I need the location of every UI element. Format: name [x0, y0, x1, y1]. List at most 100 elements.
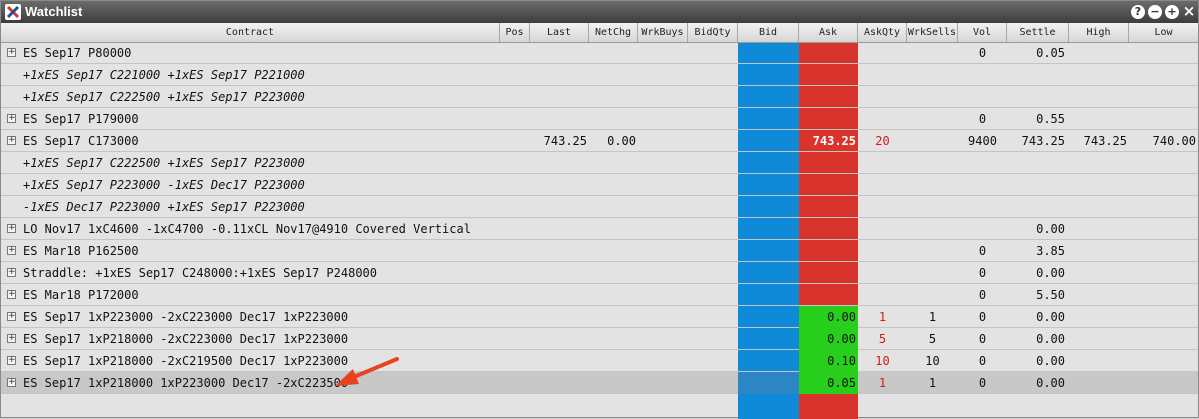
minimize-icon[interactable]: −: [1148, 5, 1162, 19]
expand-row-icon[interactable]: +: [7, 290, 16, 299]
settle-cell[interactable]: 5.50: [1007, 284, 1069, 306]
vol-cell[interactable]: 0: [958, 328, 1007, 350]
settle-cell[interactable]: 3.85: [1007, 240, 1069, 262]
table-row[interactable]: +1xES Sep17 C222500 +1xES Sep17 P223000: [1, 152, 1198, 174]
askqty-cell[interactable]: 5: [858, 328, 907, 350]
wrksells-cell[interactable]: 5: [907, 328, 958, 350]
spread-leg-text: +1xES Sep17 C222500 +1xES Sep17 P223000: [23, 90, 305, 104]
settle-cell[interactable]: 0.00: [1007, 306, 1069, 328]
column-header-low[interactable]: Low: [1129, 23, 1198, 42]
table-row[interactable]: -1xES Dec17 P223000 +1xES Sep17 P223000: [1, 196, 1198, 218]
settle-cell[interactable]: 0.55: [1007, 108, 1069, 130]
vol-cell[interactable]: 0: [958, 306, 1007, 328]
annotation-arrow-icon: [335, 357, 399, 386]
column-header-bidqty[interactable]: BidQty: [688, 23, 738, 42]
column-header-netchg[interactable]: NetChg: [589, 23, 638, 42]
ask-cell[interactable]: 0.05: [799, 372, 858, 394]
spread-leg-text: +1xES Sep17 C222500 +1xES Sep17 P223000: [23, 156, 305, 170]
ask-cell[interactable]: 0.00: [799, 328, 858, 350]
expand-row-icon[interactable]: +: [7, 224, 16, 233]
table-row[interactable]: + ES Sep17 P179000 0 0.55: [1, 108, 1198, 130]
table-row[interactable]: + ES Sep17 P80000 0 0.05: [1, 42, 1198, 64]
contract-name: ES Sep17 C173000: [23, 134, 139, 148]
table-row[interactable]: +1xES Sep17 C222500 +1xES Sep17 P223000: [1, 86, 1198, 108]
table-row[interactable]: +1xES Sep17 P223000 -1xES Dec17 P223000: [1, 174, 1198, 196]
settle-cell[interactable]: 0.00: [1007, 372, 1069, 394]
vol-cell[interactable]: 0: [958, 108, 1007, 130]
title-bar[interactable]: Watchlist ? − + ×: [1, 1, 1198, 23]
expand-row-icon[interactable]: +: [7, 268, 16, 277]
ask-cell[interactable]: 0.10: [799, 350, 858, 372]
app-logo-icon: [5, 4, 21, 20]
column-header-ask[interactable]: Ask: [799, 23, 858, 42]
ask-cell[interactable]: 0.00: [799, 306, 858, 328]
table-row[interactable]: + ES Sep17 1xP223000 -2xC223000 Dec17 1xP…: [1, 306, 1198, 328]
wrksells-cell[interactable]: 10: [907, 350, 958, 372]
expand-row-icon[interactable]: +: [7, 114, 16, 123]
close-icon[interactable]: ×: [1182, 3, 1196, 19]
spread-leg-text: -1xES Dec17 P223000 +1xES Sep17 P223000: [23, 200, 305, 214]
askqty-cell[interactable]: 10: [858, 350, 907, 372]
column-header-pos[interactable]: Pos: [500, 23, 530, 42]
askqty-cell[interactable]: 20: [858, 130, 907, 152]
vol-cell[interactable]: 0: [958, 372, 1007, 394]
vol-cell[interactable]: 0: [958, 350, 1007, 372]
vol-cell[interactable]: 9400: [958, 130, 1007, 152]
settle-cell[interactable]: 0.00: [1007, 350, 1069, 372]
table-row[interactable]: + ES Mar18 P172000 0 5.50: [1, 284, 1198, 306]
vol-cell[interactable]: 0: [958, 240, 1007, 262]
column-header-wrksells[interactable]: WrkSells: [907, 23, 958, 42]
contract-name: ES Mar18 P162500: [23, 244, 139, 258]
contract-name: LO Nov17 1xC4600 -1xC4700 -0.11xCL Nov17…: [23, 222, 471, 236]
expand-row-icon[interactable]: +: [7, 136, 16, 145]
add-icon[interactable]: +: [1165, 5, 1179, 19]
table-row[interactable]: + ES Mar18 P162500 0 3.85: [1, 240, 1198, 262]
column-header-askqty[interactable]: AskQty: [858, 23, 907, 42]
window-title: Watchlist: [25, 4, 83, 19]
vol-cell[interactable]: 0: [958, 284, 1007, 306]
settle-cell[interactable]: 0.05: [1007, 42, 1069, 64]
netchg-cell[interactable]: 0.00: [589, 130, 638, 152]
column-header-settle[interactable]: Settle: [1007, 23, 1069, 42]
table-row[interactable]: + ES Sep17 1xP218000 -2xC219500 Dec17 1xP…: [1, 350, 1198, 372]
settle-cell[interactable]: 0.00: [1007, 328, 1069, 350]
contract-name: ES Sep17 1xP218000 1xP223000 Dec17 -2xC2…: [23, 376, 349, 390]
selected-bid-cell[interactable]: [738, 372, 799, 394]
settle-cell[interactable]: 0.00: [1007, 262, 1069, 284]
column-header-high[interactable]: High: [1069, 23, 1129, 42]
contract-name: ES Sep17 1xP218000 -2xC219500 Dec17 1xP2…: [23, 354, 349, 368]
expand-row-icon[interactable]: +: [7, 378, 16, 387]
last-cell[interactable]: 743.25: [530, 130, 589, 152]
column-header-wrkbuys[interactable]: WrkBuys: [638, 23, 688, 42]
column-header-vol[interactable]: Vol: [958, 23, 1007, 42]
expand-row-icon[interactable]: +: [7, 246, 16, 255]
high-cell[interactable]: 743.25: [1069, 130, 1129, 152]
column-header-last[interactable]: Last: [530, 23, 589, 42]
expand-row-icon[interactable]: +: [7, 312, 16, 321]
ask-cell[interactable]: 743.25: [799, 130, 858, 152]
table-row[interactable]: + ES Sep17 1xP218000 1xP223000 Dec17 -2xC…: [1, 372, 1198, 394]
expand-row-icon[interactable]: +: [7, 334, 16, 343]
column-header-bid[interactable]: Bid: [738, 23, 799, 42]
askqty-cell[interactable]: 1: [858, 372, 907, 394]
help-icon[interactable]: ?: [1131, 5, 1145, 19]
column-header-contract[interactable]: Contract: [1, 23, 500, 42]
table-row[interactable]: + ES Sep17 C173000 743.25 0.00 743.25 20 9400 7…: [1, 130, 1198, 152]
table-row[interactable]: + LO Nov17 1xC4600 -1xC4700 -0.11xCL Nov1…: [1, 218, 1198, 240]
table-row[interactable]: + Straddle: +1xES Sep17 C248000:+1xES Sep…: [1, 262, 1198, 284]
table-row[interactable]: + ES Sep17 1xP218000 -2xC223000 Dec17 1xP…: [1, 328, 1198, 350]
table-row[interactable]: +1xES Sep17 C221000 +1xES Sep17 P221000: [1, 64, 1198, 86]
contract-name: ES Sep17 1xP218000 -2xC223000 Dec17 1xP2…: [23, 332, 349, 346]
low-cell[interactable]: 740.00: [1129, 130, 1198, 152]
expand-row-icon[interactable]: +: [7, 356, 16, 365]
vol-cell[interactable]: 0: [958, 42, 1007, 64]
expand-row-icon[interactable]: +: [7, 48, 16, 57]
settle-cell[interactable]: 0.00: [1007, 218, 1069, 240]
contract-name: ES Sep17 P179000: [23, 112, 139, 126]
vol-cell[interactable]: 0: [958, 262, 1007, 284]
askqty-cell[interactable]: 1: [858, 306, 907, 328]
watchlist-window: Watchlist ? − + × Contract Pos Last NetC…: [0, 0, 1199, 419]
settle-cell[interactable]: 743.25: [1007, 130, 1069, 152]
wrksells-cell[interactable]: 1: [907, 372, 958, 394]
wrksells-cell[interactable]: 1: [907, 306, 958, 328]
